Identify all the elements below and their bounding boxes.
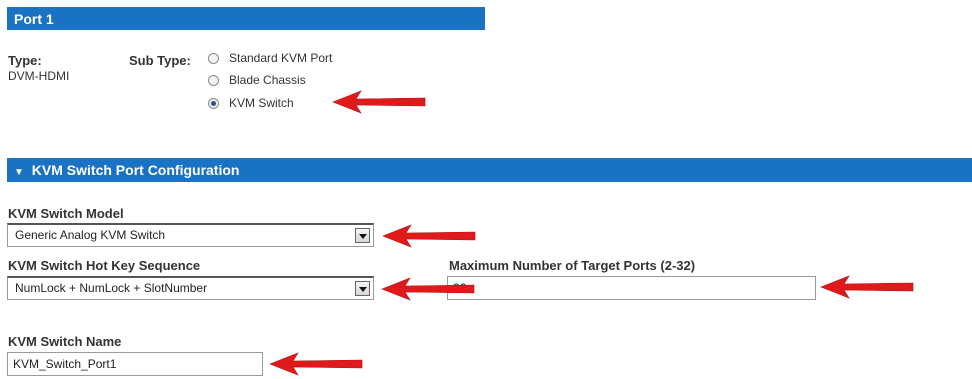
- radio-blade-chassis[interactable]: Blade Chassis: [208, 72, 306, 88]
- max-ports-label: Maximum Number of Target Ports (2-32): [449, 258, 696, 273]
- max-ports-input[interactable]: 32: [447, 276, 816, 300]
- sub-type-label: Sub Type:: [129, 53, 191, 68]
- chevron-down-icon[interactable]: [355, 281, 370, 296]
- config-section-title: KVM Switch Port Configuration: [31, 162, 240, 178]
- switch-name-input[interactable]: KVM_Switch_Port1: [7, 352, 263, 376]
- hotkey-select-value: NumLock + NumLock + SlotNumber: [15, 281, 208, 295]
- type-label: Type:: [8, 53, 42, 68]
- model-select[interactable]: Generic Analog KVM Switch: [7, 223, 374, 247]
- radio-button-selected[interactable]: [208, 97, 219, 109]
- type-value: DVM-HDMI: [8, 69, 70, 83]
- radio-label: Standard KVM Port: [229, 51, 333, 65]
- port-title: Port 1: [14, 11, 54, 27]
- chevron-down-icon[interactable]: [355, 228, 370, 243]
- red-arrow-icon: [820, 275, 914, 299]
- radio-button[interactable]: [208, 52, 219, 64]
- radio-label: KVM Switch: [229, 96, 294, 110]
- red-arrow-icon: [382, 224, 476, 248]
- red-arrow-icon: [381, 277, 475, 301]
- collapse-icon[interactable]: ▼: [14, 167, 24, 178]
- radio-label: Blade Chassis: [229, 73, 306, 87]
- port-header: Port 1: [7, 7, 485, 30]
- red-arrow-icon: [269, 352, 363, 376]
- hotkey-select[interactable]: NumLock + NumLock + SlotNumber: [7, 276, 374, 300]
- model-select-value: Generic Analog KVM Switch: [15, 228, 166, 242]
- radio-kvm-switch[interactable]: KVM Switch: [208, 95, 294, 111]
- model-label: KVM Switch Model: [8, 206, 124, 221]
- switch-name-label: KVM Switch Name: [8, 334, 122, 349]
- radio-standard-kvm-port[interactable]: Standard KVM Port: [208, 50, 332, 66]
- hotkey-label: KVM Switch Hot Key Sequence: [8, 258, 201, 273]
- radio-button[interactable]: [208, 74, 219, 86]
- red-arrow-icon: [332, 90, 426, 114]
- config-section-header[interactable]: ▼ KVM Switch Port Configuration: [7, 158, 972, 182]
- switch-name-value: KVM_Switch_Port1: [13, 357, 117, 371]
